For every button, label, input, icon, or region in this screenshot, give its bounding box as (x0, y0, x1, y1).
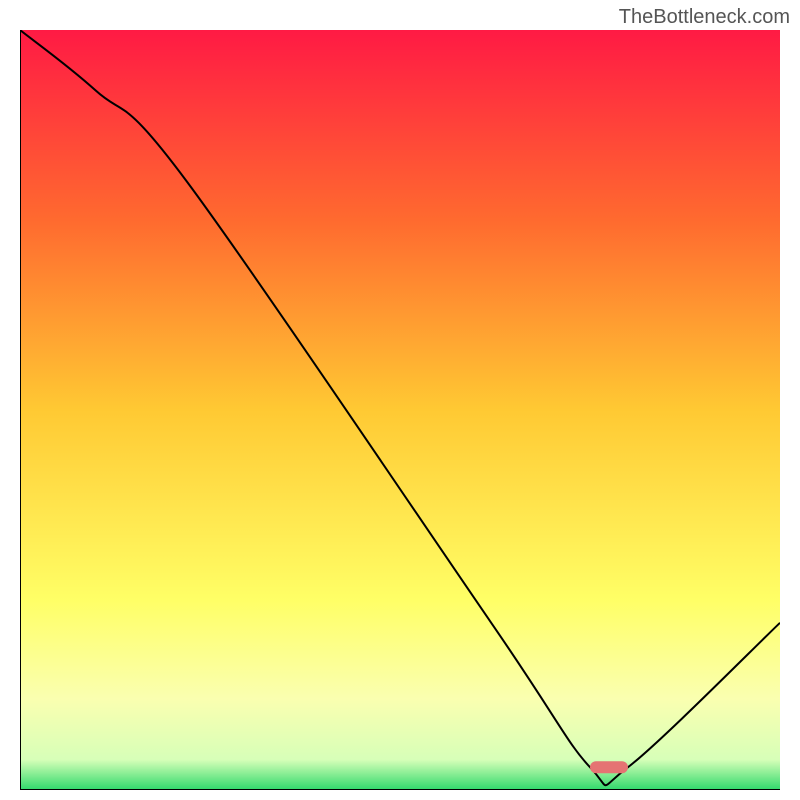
chart-container: TheBottleneck.com (0, 0, 800, 800)
optimal-zone-marker (590, 761, 628, 773)
plot-area (20, 30, 780, 790)
gradient-background (20, 30, 780, 790)
chart-svg (20, 30, 780, 790)
watermark-text: TheBottleneck.com (619, 6, 790, 29)
